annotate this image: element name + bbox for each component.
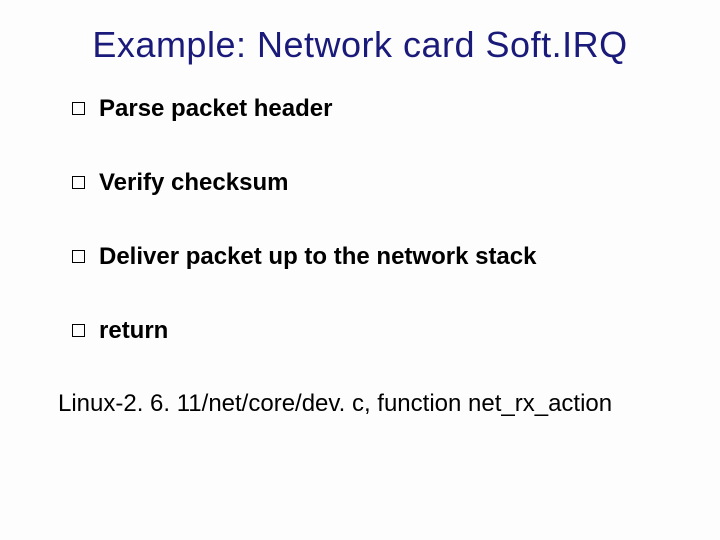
bullet-list: Parse packet header Verify checksum Deli… (72, 94, 680, 346)
square-bullet-icon (72, 102, 85, 115)
square-bullet-icon (72, 250, 85, 263)
list-item: Deliver packet up to the network stack (72, 242, 680, 272)
list-item-label: Verify checksum (99, 168, 288, 198)
list-item: Verify checksum (72, 168, 680, 198)
list-item: return (72, 316, 680, 346)
slide: Example: Network card Soft.IRQ Parse pac… (0, 0, 720, 540)
square-bullet-icon (72, 324, 85, 337)
list-item: Parse packet header (72, 94, 680, 124)
list-item-label: return (99, 316, 168, 346)
footnote: Linux-2. 6. 11/net/core/dev. c, function… (58, 390, 680, 418)
list-item-label: Parse packet header (99, 94, 332, 124)
list-item-label: Deliver packet up to the network stack (99, 242, 536, 272)
page-title: Example: Network card Soft.IRQ (40, 24, 680, 66)
square-bullet-icon (72, 176, 85, 189)
